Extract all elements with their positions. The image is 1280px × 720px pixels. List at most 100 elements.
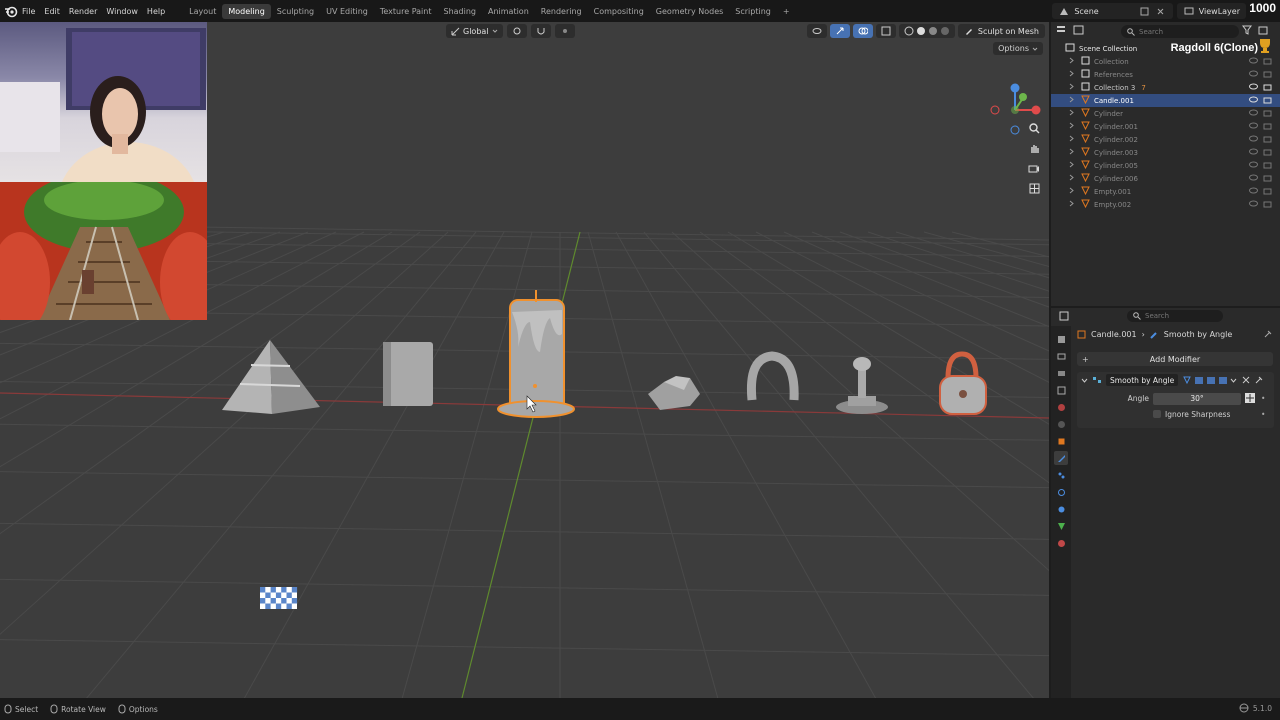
output-tab-icon[interactable] xyxy=(1054,366,1068,380)
tool-tab-icon[interactable] xyxy=(1054,332,1068,346)
camera-icon[interactable] xyxy=(1263,109,1272,119)
eye-icon[interactable] xyxy=(1249,148,1258,157)
tab-compositing[interactable]: Compositing xyxy=(588,4,650,19)
eye-icon[interactable] xyxy=(1249,70,1258,79)
camera-icon[interactable] xyxy=(1263,200,1272,210)
camera-icon[interactable] xyxy=(1263,57,1272,67)
eye-icon[interactable] xyxy=(1249,161,1258,170)
sculpt-on-mesh-button[interactable]: Sculpt on Mesh xyxy=(957,24,1045,38)
camera-icon[interactable] xyxy=(1263,148,1272,158)
collapse-chevron-icon[interactable] xyxy=(1081,377,1088,384)
viewport-options-dropdown[interactable]: Options xyxy=(993,42,1043,55)
slab-object[interactable] xyxy=(383,342,433,406)
tab-uv-editing[interactable]: UV Editing xyxy=(320,4,374,19)
expand-chevron-icon[interactable] xyxy=(1069,135,1075,144)
scene-selector[interactable]: Scene xyxy=(1052,3,1173,19)
view-layer-selector[interactable]: ViewLayer xyxy=(1176,3,1246,19)
eye-icon[interactable] xyxy=(1249,109,1258,118)
outliner-row[interactable]: Cylinder xyxy=(1051,107,1280,120)
outliner-row[interactable]: Cylinder.005 xyxy=(1051,159,1280,172)
snap-button[interactable] xyxy=(530,24,551,38)
stamp-object[interactable] xyxy=(836,357,888,414)
angle-input[interactable]: 30° xyxy=(1153,392,1241,405)
eye-icon[interactable] xyxy=(1249,96,1258,105)
outliner-row[interactable]: Candle.001 xyxy=(1051,94,1280,107)
add-modifier-button[interactable]: + Add Modifier xyxy=(1077,352,1273,366)
data-tab-icon[interactable] xyxy=(1054,519,1068,533)
remove-modifier-icon[interactable] xyxy=(1242,376,1250,384)
outliner-row[interactable]: Collection 3 7 xyxy=(1051,81,1280,94)
expand-chevron-icon[interactable] xyxy=(1069,200,1075,209)
menu-help[interactable]: Help xyxy=(147,7,165,16)
outliner-editor-type-icon[interactable] xyxy=(1057,25,1069,37)
outliner-row[interactable]: Collection xyxy=(1051,55,1280,68)
blender-logo-icon[interactable] xyxy=(2,2,20,20)
padlock-object[interactable] xyxy=(939,351,987,415)
eye-icon[interactable] xyxy=(1249,187,1258,196)
tab-texture-paint[interactable]: Texture Paint xyxy=(374,4,438,19)
eye-icon[interactable] xyxy=(1249,200,1258,209)
object-tab-icon[interactable] xyxy=(1054,434,1068,448)
shading-modes[interactable] xyxy=(898,24,955,38)
camera-icon[interactable] xyxy=(1263,83,1272,93)
modifier-name-field[interactable]: Smooth by Angle xyxy=(1106,374,1179,386)
delete-scene-icon[interactable] xyxy=(1155,5,1167,17)
expand-chevron-icon[interactable] xyxy=(1069,161,1075,170)
tab-scripting[interactable]: Scripting xyxy=(729,4,777,19)
keyframe-dot-icon[interactable]: • xyxy=(1261,410,1265,419)
proportional-edit-button[interactable] xyxy=(554,24,575,38)
gizmo-toggle-button[interactable] xyxy=(829,24,850,38)
expand-chevron-icon[interactable] xyxy=(1069,96,1075,105)
expand-chevron-icon[interactable] xyxy=(1069,187,1075,196)
constraints-tab-icon[interactable] xyxy=(1054,502,1068,516)
eye-icon[interactable] xyxy=(1249,122,1258,131)
camera-icon[interactable] xyxy=(1263,187,1272,197)
outliner-row[interactable]: Empty.001 xyxy=(1051,185,1280,198)
expand-chevron-icon[interactable] xyxy=(1069,174,1075,183)
outliner-row[interactable]: Empty.002 xyxy=(1051,198,1280,211)
filter-icon[interactable] xyxy=(1242,25,1252,37)
modifier-tab-icon[interactable] xyxy=(1054,451,1068,465)
expand-chevron-icon[interactable] xyxy=(1069,148,1075,157)
xray-toggle-button[interactable] xyxy=(875,24,896,38)
overlays-toggle-button[interactable] xyxy=(852,24,873,38)
eye-icon[interactable] xyxy=(1249,83,1258,92)
menu-file[interactable]: File xyxy=(22,7,35,16)
render-tab-icon[interactable] xyxy=(1054,349,1068,363)
view-layer-tab-icon[interactable] xyxy=(1054,383,1068,397)
camera-icon[interactable] xyxy=(1263,70,1272,80)
camera-icon[interactable] xyxy=(1263,96,1272,106)
tab-geometry-nodes[interactable]: Geometry Nodes xyxy=(650,4,729,19)
eye-icon[interactable] xyxy=(1249,174,1258,183)
tab-shading[interactable]: Shading xyxy=(437,4,482,19)
outliner-row[interactable]: Cylinder.002 xyxy=(1051,133,1280,146)
tab-sculpting[interactable]: Sculpting xyxy=(271,4,320,19)
eye-icon[interactable] xyxy=(1249,57,1258,66)
properties-search-input[interactable]: Search xyxy=(1127,310,1223,322)
expand-chevron-icon[interactable] xyxy=(1069,122,1075,131)
tab-animation[interactable]: Animation xyxy=(482,4,535,19)
tab-layout[interactable]: Layout xyxy=(183,4,222,19)
pin-icon[interactable] xyxy=(1263,330,1272,341)
perspective-grid-icon[interactable] xyxy=(1026,180,1042,196)
pan-hand-icon[interactable] xyxy=(1026,140,1042,156)
scene-tab-icon[interactable] xyxy=(1054,400,1068,414)
transform-orientation-dropdown[interactable]: Global xyxy=(446,24,503,38)
camera-view-icon[interactable] xyxy=(1026,160,1042,176)
expand-chevron-icon[interactable] xyxy=(1069,70,1075,79)
new-collection-icon[interactable] xyxy=(1258,25,1268,37)
material-tab-icon[interactable] xyxy=(1054,536,1068,550)
outliner-row[interactable]: Cylinder.001 xyxy=(1051,120,1280,133)
outliner-row[interactable]: References xyxy=(1051,68,1280,81)
visibility-button[interactable] xyxy=(806,24,827,38)
checker-image-object[interactable] xyxy=(260,587,298,609)
ignore-sharpness-checkbox[interactable] xyxy=(1153,410,1161,418)
expand-chevron-icon[interactable] xyxy=(1069,109,1075,118)
pyramid-object[interactable] xyxy=(222,340,320,414)
expand-chevron-icon[interactable] xyxy=(1069,57,1075,66)
world-tab-icon[interactable] xyxy=(1054,417,1068,431)
horseshoe-object[interactable] xyxy=(746,351,799,401)
outliner-search-input[interactable]: Search xyxy=(1121,25,1239,38)
pin-modifier-icon[interactable] xyxy=(1254,376,1263,385)
node-socket-icon[interactable] xyxy=(1245,393,1255,405)
